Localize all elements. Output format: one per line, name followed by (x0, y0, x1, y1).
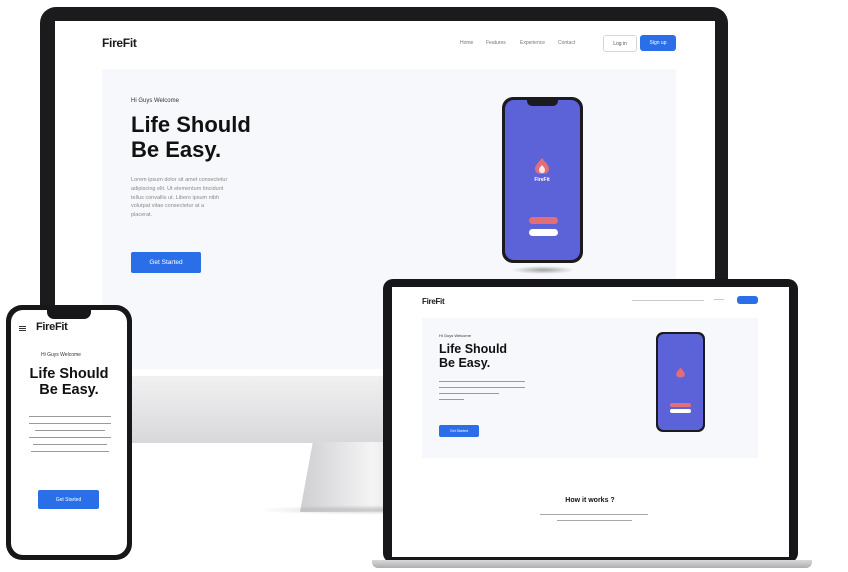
laptop-logo[interactable]: FireFit (422, 297, 445, 306)
desktop-login-button[interactable]: Log in (603, 35, 637, 52)
phone-screen: FireFit Hi Guys Welcome Life Should Be E… (11, 310, 127, 555)
laptop-section-text (557, 520, 632, 521)
desktop-nav-home[interactable]: Home (460, 40, 473, 46)
desktop-body-line: adipiscing elit. Ut elementum tincidunt (131, 185, 224, 192)
desktop-headline-line2: Be Easy. (131, 136, 222, 162)
desktop-nav-contact[interactable]: Contact (558, 40, 575, 46)
laptop-get-started-button[interactable]: Get Started (439, 425, 479, 437)
laptop-eyebrow: Hi Guys Welcome (439, 333, 471, 338)
desktop-logo[interactable]: FireFit (102, 36, 137, 50)
laptop-signup-button[interactable] (737, 296, 758, 304)
desktop-signup-button[interactable]: Sign up (640, 35, 676, 51)
flame-icon (676, 367, 685, 378)
desktop-mockup-login-pill (529, 229, 558, 236)
desktop-mockup-signup-pill (529, 217, 558, 224)
desktop-phone-mockup-notch (527, 100, 558, 106)
desktop-body-line: placerat. (131, 212, 153, 219)
desktop-body-text: Lorem ipsum dolor sit amet consectetur a… (131, 176, 291, 220)
phone-notch (47, 310, 91, 319)
desktop-eyebrow: Hi Guys Welcome (131, 98, 179, 104)
laptop-mockup-pill (670, 409, 691, 413)
laptop-phone-mockup-screen (658, 334, 703, 430)
desktop-nav-experience[interactable]: Experience (520, 40, 545, 46)
laptop-body-text (439, 381, 525, 400)
laptop-section-text (540, 514, 648, 515)
phone-headline-line2: Be Easy. (39, 382, 99, 399)
laptop-headline-line1: Life Should (439, 342, 508, 356)
laptop-mockup-pill (670, 403, 691, 407)
laptop-login-link[interactable] (714, 299, 724, 300)
phone-headline: Life Should Be Easy. (11, 366, 127, 398)
desktop-body-line: volutpat vitae consectetur at a (131, 203, 205, 210)
laptop-nav-links[interactable] (632, 300, 704, 301)
laptop-screen: FireFit Hi Guys Welcome Life Should Be E… (392, 287, 789, 557)
phone-logo[interactable]: FireFit (36, 321, 68, 333)
laptop-base (372, 560, 812, 568)
desktop-nav-features[interactable]: Features (486, 40, 506, 46)
hamburger-menu-icon[interactable] (19, 325, 26, 332)
desktop-headline-line1: Life Should (131, 112, 251, 137)
phone-body-text (25, 416, 115, 452)
desktop-get-started-button[interactable]: Get Started (131, 252, 201, 273)
flame-icon (535, 158, 549, 174)
desktop-mockup-app-name: FireFit (534, 177, 550, 183)
desktop-headline: Life Should Be Easy. (131, 112, 251, 162)
laptop-headline: Life Should Be Easy. (439, 342, 507, 370)
desktop-body-line: Lorem ipsum dolor sit amet consectetur (131, 177, 228, 183)
phone-get-started-button[interactable]: Get Started (38, 490, 99, 509)
desktop-body-line: tellus convallis ut. Libero ipsum nibh (131, 194, 220, 201)
phone-eyebrow: Hi Guys Welcome (41, 352, 81, 358)
desktop-mockup-shadow (511, 266, 575, 274)
phone-headline-line1: Life Should (29, 366, 109, 382)
laptop-headline-line2: Be Easy. (439, 356, 491, 370)
laptop-section-title: How it works ? (565, 497, 615, 504)
